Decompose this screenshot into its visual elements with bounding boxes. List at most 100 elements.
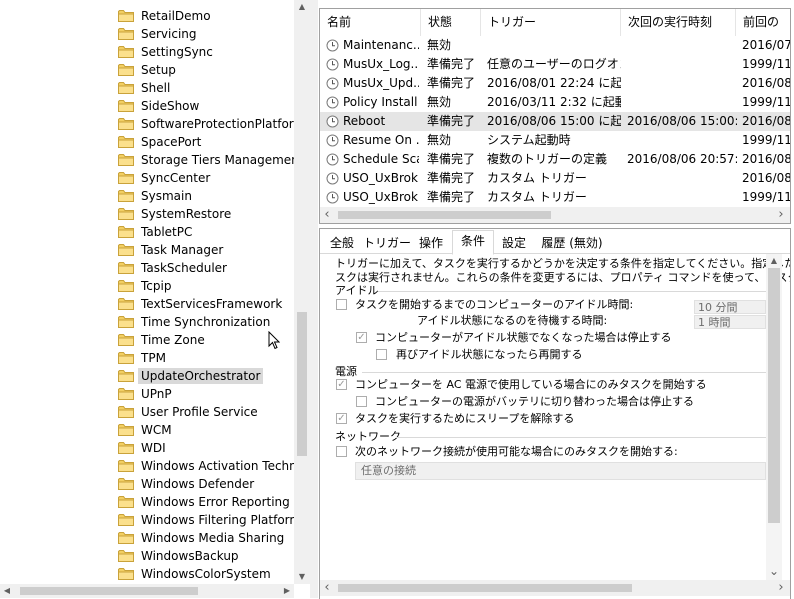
- column-header-trigger[interactable]: トリガー: [481, 9, 621, 36]
- column-header-last-run[interactable]: 前回の: [736, 9, 790, 36]
- cell-next: [627, 93, 737, 112]
- cell-trigger: 任意のユーザーのログオン時: [487, 57, 621, 71]
- power-ac-checkbox[interactable]: ✓: [336, 379, 347, 390]
- idle-wait-label: アイドル状態になるのを待機する時間:: [417, 314, 608, 327]
- scroll-thumb[interactable]: [297, 312, 307, 456]
- tab-actions[interactable]: 操作: [414, 233, 448, 253]
- scroll-right-arrow[interactable]: ›: [774, 580, 788, 596]
- tree-item-label: SideShow: [141, 99, 200, 113]
- power-battery-label: コンピューターの電源がバッテリに切り替わった場合は停止する: [375, 395, 694, 408]
- tab-conditions[interactable]: 条件: [452, 230, 494, 255]
- tree-item-label: Storage Tiers Management: [141, 153, 294, 167]
- power-wake-checkbox[interactable]: ✓: [336, 413, 347, 424]
- cell-next: 2016/08/06 20:57:28: [627, 152, 737, 166]
- pane-splitter[interactable]: [310, 0, 318, 598]
- tree-item-label: WindowsBackup: [141, 549, 239, 563]
- cell-status: 準備完了: [427, 171, 476, 185]
- conditions-intro-line-2: スクは実行されません。これらの条件を変更するには、プロパティ コマンドを使って、…: [335, 271, 791, 284]
- cell-next: [627, 131, 737, 150]
- table-row[interactable]: Reboot 準備完了 2016/08/06 15:00 に起動 2016/08/06…: [320, 112, 790, 131]
- table-row[interactable]: Resume On ... 無効 システム起動時 1999/11,: [320, 131, 790, 150]
- folder-tree[interactable]: RetailDemo Servicing SettingSync Setup Shell…: [0, 0, 294, 584]
- tab-triggers[interactable]: トリガー: [362, 233, 412, 253]
- cell-next: [627, 188, 737, 207]
- scroll-left-arrow[interactable]: ‹: [320, 580, 334, 596]
- tree-horizontal-scrollbar[interactable]: ◀ ▶: [0, 584, 294, 598]
- cell-trigger: カスタム トリガー: [487, 190, 587, 204]
- scroll-left-arrow[interactable]: ‹: [320, 207, 334, 223]
- task-list-horizontal-scrollbar[interactable]: ‹ ›: [320, 207, 790, 223]
- table-row[interactable]: MusUx_Log... 準備完了任意のユーザーのログオン時 1999/11,: [320, 55, 790, 74]
- cell-last: 2016/08,: [742, 114, 791, 128]
- scroll-up-arrow[interactable]: ▲: [294, 0, 310, 14]
- network-label: 次のネットワーク接続が使用可能な場合にのみタスクを開始する:: [355, 445, 678, 458]
- network-connection-combo[interactable]: 任意の接続: [355, 462, 766, 480]
- table-row[interactable]: Policy Install 無効 2016/03/11 2:32 に起動 1999/…: [320, 93, 790, 112]
- properties-horizontal-scrollbar[interactable]: ‹ ›: [320, 580, 790, 596]
- tree-item-label: SpacePort: [141, 135, 202, 149]
- power-battery-checkbox[interactable]: [356, 396, 367, 407]
- tree-item-label: Windows Filtering Platform: [141, 513, 294, 527]
- tree-item-label: Servicing: [141, 27, 197, 41]
- scroll-left-arrow[interactable]: ◀: [0, 584, 14, 598]
- scroll-thumb[interactable]: [20, 587, 198, 595]
- cell-name: USO_UxBrok...: [343, 171, 419, 185]
- tree-item-label: UPnP: [141, 387, 172, 401]
- folder-tree-pane: RetailDemo Servicing SettingSync Setup Shell…: [0, 0, 310, 598]
- cell-name: Schedule Scan: [343, 152, 419, 166]
- table-row[interactable]: Schedule Scan 準備完了複数のトリガーの定義 2016/08/06 20…: [320, 150, 790, 169]
- tree-item-label: Time Zone: [141, 333, 205, 347]
- scroll-up-arrow[interactable]: ▲: [766, 254, 782, 268]
- network-checkbox[interactable]: [336, 446, 347, 457]
- scroll-thumb[interactable]: [338, 584, 632, 592]
- cell-last: 1999/11,: [742, 133, 791, 147]
- properties-vertical-scrollbar[interactable]: ▲ ⌄: [766, 254, 782, 580]
- tree-vertical-scrollbar[interactable]: ▲ ▼: [294, 0, 310, 584]
- cell-next: 2016/08/06 15:00:00: [627, 114, 737, 128]
- cell-name: MusUx_Upd...: [343, 76, 419, 90]
- tree-item-label: Setup: [141, 63, 176, 77]
- tree-item-label: UpdateOrchestrator: [138, 368, 264, 384]
- scroll-thumb[interactable]: [338, 211, 551, 219]
- table-row[interactable]: USO_UxBrok... 準備完了カスタム トリガー 2016/08,: [320, 169, 790, 188]
- cell-last: 2016/08,: [742, 152, 791, 166]
- tab-settings[interactable]: 設定: [496, 233, 532, 253]
- cell-trigger: 2016/03/11 2:32 に起動: [487, 95, 621, 109]
- scroll-thumb[interactable]: [768, 268, 780, 523]
- scroll-down-arrow[interactable]: ⌄: [766, 564, 782, 578]
- tab-history[interactable]: 履歴 (無効): [534, 233, 610, 253]
- cell-trigger: カスタム トリガー: [487, 171, 587, 185]
- tree-item-label: TabletPC: [141, 225, 193, 239]
- column-header-next-run[interactable]: 次回の実行時刻: [621, 9, 736, 36]
- tree-item-label: Windows Media Sharing: [141, 531, 285, 545]
- cell-name: Reboot: [343, 114, 386, 128]
- tree-item-label: TaskScheduler: [141, 261, 227, 275]
- table-row[interactable]: Maintenanc... 無効 2016/07,: [320, 36, 790, 55]
- idle-duration-combo[interactable]: 10 分間: [694, 300, 766, 314]
- tree-item-label: Sysmain: [141, 189, 192, 203]
- column-header-name[interactable]: 名前: [320, 9, 421, 36]
- column-header-status[interactable]: 状態: [421, 9, 481, 36]
- table-row[interactable]: USO_UxBrok... 準備完了カスタム トリガー 1999/11,: [320, 188, 790, 207]
- scroll-right-arrow[interactable]: ›: [774, 207, 788, 223]
- task-list[interactable]: 名前 状態 トリガー 次回の実行時刻 前回の Maintenanc... 無効 20…: [319, 8, 791, 224]
- tree-item-label: Windows Error Reporting: [141, 495, 290, 509]
- idle-start-checkbox[interactable]: [336, 299, 347, 310]
- idle-restart-checkbox[interactable]: [376, 349, 387, 360]
- tree-item-label: WCM: [141, 423, 172, 437]
- tab-general[interactable]: 全般: [324, 233, 360, 253]
- scroll-right-arrow[interactable]: ▶: [280, 584, 294, 598]
- cell-last: 2016/08,: [742, 171, 791, 185]
- scroll-down-arrow[interactable]: ▼: [294, 570, 310, 584]
- tree-item-label: TPM: [141, 351, 166, 365]
- cell-last: 1999/11,: [742, 57, 791, 71]
- idle-stop-checkbox[interactable]: ✓: [356, 332, 367, 343]
- tree-item-label: WindowsColorSystem: [141, 567, 271, 581]
- table-row[interactable]: MusUx_Upd... 準備完了 2016/08/01 22:24 に起動 2016…: [320, 74, 790, 93]
- idle-start-label: タスクを開始するまでのコンピューターのアイドル時間:: [355, 298, 634, 311]
- idle-wait-combo[interactable]: 1 時間: [694, 315, 766, 329]
- cell-trigger: 複数のトリガーの定義: [487, 152, 608, 166]
- tree-item-label: SoftwareProtectionPlatform: [141, 117, 294, 131]
- cell-next: [627, 36, 737, 55]
- cell-name: Maintenanc...: [343, 38, 419, 52]
